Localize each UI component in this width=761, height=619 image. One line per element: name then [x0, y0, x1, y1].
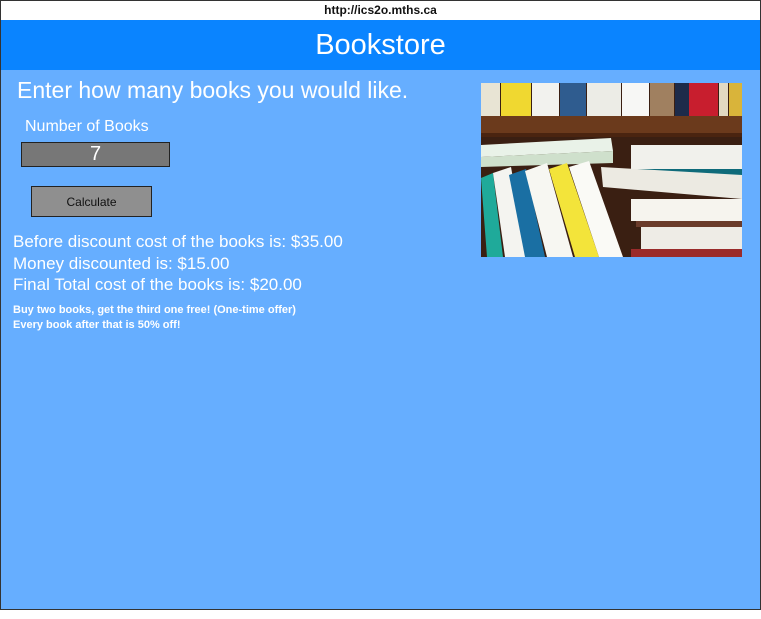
instruction-text: Enter how many books you would like. [17, 77, 409, 103]
books-image [481, 83, 742, 257]
final-total-result: Final Total cost of the books is: $20.00 [13, 275, 302, 294]
before-discount-result: Before discount cost of the books is: $3… [13, 232, 343, 251]
offer-line-one: Buy two books, get the third one free! (… [13, 304, 296, 316]
browser-url-bar: http://ics2o.mths.ca [0, 0, 761, 21]
page-frame: Bookstore Enter how many books you would… [0, 20, 761, 610]
number-of-books-label: Number of Books [25, 118, 149, 135]
page-title: Bookstore [1, 20, 760, 70]
offer-line-two: Every book after that is 50% off! [13, 319, 181, 331]
money-discounted-result: Money discounted is: $15.00 [13, 254, 230, 273]
calculate-button[interactable]: Calculate [31, 186, 152, 217]
number-of-books-input[interactable] [21, 142, 170, 167]
